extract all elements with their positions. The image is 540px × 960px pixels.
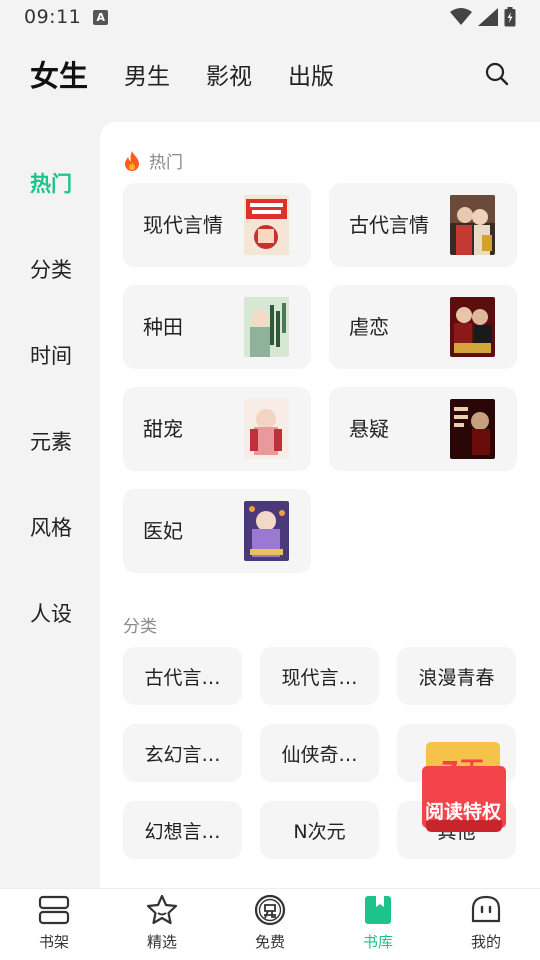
category-section-label: 分类 [123,617,157,637]
bookshelf-icon [38,895,70,925]
hot-card-label: 悬疑 [349,417,389,441]
nav-hot[interactable]: 热门 [30,168,72,198]
hot-section-label: 热门 [149,153,183,173]
hot-card-label: 种田 [143,315,183,339]
library-icon [365,896,391,924]
hot-card-label: 医妃 [143,519,183,543]
tab-male[interactable]: 男生 [124,57,170,91]
nav-category[interactable]: 分类 [30,254,72,284]
bottom-nav-library[interactable]: 书库 [324,889,432,960]
promo-line1: 7天 [441,757,485,787]
bottom-nav-bookshelf[interactable]: 书架 [0,889,108,960]
book-cover [244,297,289,357]
book-cover [450,399,495,459]
hot-card-modern-romance[interactable]: 现代言情 [123,183,311,267]
free-icon [254,894,286,926]
nav-element[interactable]: 元素 [30,426,72,456]
hot-card-label: 虐恋 [349,315,389,339]
status-time: 09:11 [24,6,82,28]
notification-icon: A [93,9,109,25]
category-chip[interactable]: 幻想言… [123,801,242,859]
nav-time[interactable]: 时间 [30,340,72,370]
promo-line2: 阅读特权 [425,800,501,823]
hot-card-ancient-romance[interactable]: 古代言情 [329,183,517,267]
category-section-title: 分类 [123,612,157,637]
tab-film[interactable]: 影视 [206,57,252,91]
search-icon[interactable] [484,61,510,87]
profile-icon [471,895,501,923]
hot-card-doctor-consort[interactable]: 医妃 [123,489,311,573]
bottom-nav: 书架 精选 免费 书库 我的 [0,888,540,960]
hot-card-farming[interactable]: 种田 [123,285,311,369]
promo-badge-graphic: 7天 阅读特权 [422,742,506,832]
top-tabs: 女生 男生 影视 出版 [30,50,510,98]
bottom-nav-featured[interactable]: 精选 [108,889,216,960]
bottom-nav-free[interactable]: 免费 [216,889,324,960]
hot-card-label: 现代言情 [143,213,223,237]
tab-female[interactable]: 女生 [30,53,88,95]
bottom-nav-label: 书架 [38,933,69,951]
nav-style[interactable]: 风格 [30,512,72,542]
star-icon [146,894,178,925]
book-cover [244,399,289,459]
hot-card-suspense[interactable]: 悬疑 [329,387,517,471]
category-chip[interactable]: N次元 [260,801,379,859]
fire-icon [125,150,139,171]
signal-icon [478,8,498,26]
promo-badge[interactable]: 7天 阅读特权 [418,742,508,836]
bottom-nav-label: 免费 [254,933,285,951]
nav-persona[interactable]: 人设 [30,598,72,628]
wifi-icon [450,8,472,25]
hot-card-sweet-pet[interactable]: 甜宠 [123,387,311,471]
bottom-nav-profile[interactable]: 我的 [432,889,540,960]
book-cover [450,297,495,357]
hot-card-angst[interactable]: 虐恋 [329,285,517,369]
status-bar: 09:11 A [0,0,540,34]
book-cover [450,195,495,255]
bottom-nav-label: 精选 [146,933,177,951]
hot-card-label: 甜宠 [143,417,183,441]
category-chip[interactable]: 仙侠奇… [260,724,379,782]
bottom-nav-label: 书库 [362,933,393,951]
tab-publish[interactable]: 出版 [288,57,334,91]
category-chip[interactable]: 古代言… [123,647,242,705]
bottom-nav-label: 我的 [470,933,501,951]
status-icons [450,7,516,27]
category-chip[interactable]: 浪漫青春 [397,647,516,705]
book-cover [244,501,289,561]
book-cover [244,195,289,255]
hot-section-title: 热门 [123,148,183,173]
hot-card-label: 古代言情 [349,213,429,237]
category-chip[interactable]: 现代言… [260,647,379,705]
battery-icon [504,7,516,27]
category-chip[interactable]: 玄幻言… [123,724,242,782]
